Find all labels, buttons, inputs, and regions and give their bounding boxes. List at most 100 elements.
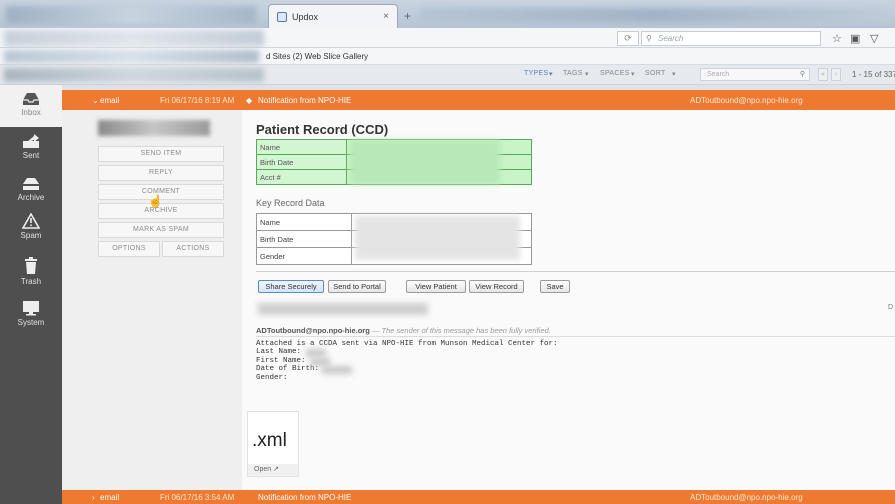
chevron-right-icon[interactable]: › [92,493,95,502]
attachment-extension: .xml [252,430,287,451]
inbox-icon [23,93,39,105]
nav-label: System [17,318,45,327]
send-item-button[interactable]: SEND ITEM [98,146,224,162]
divider [256,271,895,272]
message-body: Attached is a CCDA sent via NPO-HIE from… [256,340,558,382]
nav-sent[interactable]: Sent [0,133,62,160]
updox-favicon-icon [277,11,287,22]
row-subject: Notification from NPO-HIE [258,96,352,105]
mark-as-spam-button[interactable]: MARK AS SPAM [98,222,224,238]
spam-icon [22,213,40,229]
archive-icon [23,178,39,190]
redacted-area [4,50,259,63]
record-field-name: Name [256,139,347,155]
nav-label: Archive [17,193,45,202]
record-title: Patient Record (CCD) [256,122,389,137]
tab-close-icon[interactable]: × [383,11,389,22]
nav-label: Sent [22,151,40,160]
redacted-area [350,140,500,184]
action-panel: SEND ITEM REPLY COMMENT ARCHIVE MARK AS … [62,110,242,490]
row-type: email [100,96,120,105]
open-label: Open [254,466,272,473]
save-button[interactable]: Save [540,280,570,293]
first-page-button[interactable]: « [818,68,828,81]
browser-tab-bar [0,0,895,28]
pocket-icon[interactable]: ▽ [870,32,878,45]
sender-verified-text: — The sender of this message has been fu… [371,326,551,335]
redacted-area [310,358,330,366]
redacted-area [4,30,264,46]
trash-icon [25,257,37,274]
row-date: Fri 06/17/16 3:54 AM [160,493,235,502]
row-type: email [100,493,120,502]
key-record-title: Key Record Data [256,198,325,208]
row-from: ADToutbound@npo.npo-hie.org [690,96,803,105]
sender-address[interactable]: ADToutbound@npo.npo-hie.org [256,326,370,335]
search-icon: ⚲ [646,34,652,43]
tag-icon: ◆ [246,96,253,105]
record-field-birth-date: Birth Date [256,154,347,170]
mail-search-input[interactable]: Search ⚲ [700,68,810,81]
nav-archive[interactable]: Archive [0,177,62,202]
system-icon [23,301,39,316]
nav-label: Inbox [21,108,41,117]
nav-spam[interactable]: Spam [0,213,62,240]
page-count: 1 - 15 of 337 [852,70,895,79]
bookmark-links[interactable]: d Sites (2) Web Slice Gallery [266,48,368,65]
chevron-down-icon[interactable]: ⌄ [92,96,99,105]
redacted-area [322,366,352,374]
bookmark-star-icon[interactable]: ☆ [832,32,842,45]
key-field-name: Name [256,213,352,231]
attachment-tile[interactable]: .xml Open ↗ [247,411,299,477]
redacted-area [420,8,890,22]
send-to-portal-button[interactable]: Send to Portal [328,280,386,293]
row-date: Fri 06/17/16 8:19 AM [160,96,235,105]
left-nav: Inbox Sent Archive Spam Trash System [0,85,62,504]
row-from: ADToutbound@npo.npo-hie.org [690,493,803,502]
view-patient-button[interactable]: View Patient [406,280,466,293]
nav-inbox[interactable]: Inbox [0,85,62,127]
truncated-letter: D [888,304,894,311]
redacted-area [355,216,520,260]
nav-system[interactable]: System [0,300,62,327]
pointer-cursor-icon: ☝ [148,194,163,208]
sort-filter[interactable]: SORT [645,70,666,77]
email-row[interactable]: › email Fri 06/17/16 3:54 AM Notificatio… [62,490,895,504]
browser-tab[interactable]: Updox × [268,4,398,28]
types-filter[interactable]: TYPES [524,70,548,77]
redacted-area [258,303,428,315]
record-field-acct: Acct # [256,169,347,185]
new-tab-icon[interactable]: + [404,9,411,23]
key-field-gender: Gender [256,247,352,265]
browser-search-placeholder: Search [658,34,684,43]
redacted-area [4,68,264,82]
nav-label: Spam [20,231,42,240]
row-subject: Notification from NPO-HIE [258,493,352,502]
clipboard-icon[interactable]: ▣ [850,32,860,45]
key-field-birth-date: Birth Date [256,230,352,248]
bookmarks-bar: d Sites (2) Web Slice Gallery [0,48,895,65]
tags-filter[interactable]: TAGS [563,70,583,77]
view-record-button[interactable]: View Record [469,280,524,293]
browser-search-input[interactable]: ⚲ Search [641,31,821,46]
spaces-filter[interactable]: SPACES [600,70,630,77]
reply-button[interactable]: REPLY [98,165,224,181]
email-row[interactable]: ⌄ email Fri 06/17/16 8:19 AM ◆ Notificat… [62,90,895,110]
refresh-icon[interactable]: ⟳ [617,31,639,46]
attachment-open-link[interactable]: Open ↗ [248,464,298,476]
share-securely-button[interactable]: Share Securely [258,280,324,293]
search-icon: ⚲ [799,71,805,78]
nav-label: Trash [20,277,42,286]
redacted-area [6,6,256,24]
redacted-area [306,349,326,357]
actions-button[interactable]: ACTIONS [162,241,224,257]
options-button[interactable]: OPTIONS [98,241,160,257]
prev-page-button[interactable]: ‹ [831,68,841,81]
sender-line: ADToutbound@npo.npo-hie.org — The sender… [256,326,551,335]
redacted-area [98,120,210,136]
external-link-icon: ↗ [273,466,279,473]
mail-search-placeholder: Search [707,71,730,78]
tab-title: Updox [292,11,319,22]
nav-trash[interactable]: Trash [0,257,62,286]
divider [256,336,895,337]
